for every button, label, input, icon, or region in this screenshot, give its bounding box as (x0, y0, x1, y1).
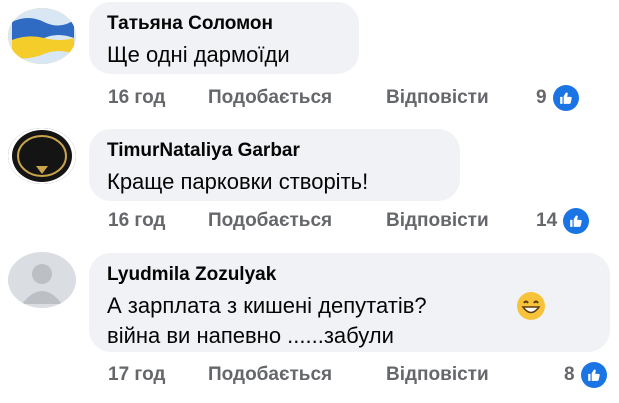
reactions[interactable]: 9 (536, 85, 579, 111)
reaction-count: 14 (536, 210, 558, 231)
thumbs-up-icon (563, 208, 590, 234)
default-user-avatar-icon (8, 252, 76, 308)
author-name[interactable]: Lyudmila Zozulyak (107, 263, 592, 287)
timestamp[interactable]: 16 год (108, 85, 166, 111)
author-name[interactable]: TimurNataliya Garbar (107, 139, 442, 163)
comment-text-content: А зарплата з кишені депутатів? війна ви … (107, 293, 427, 348)
comment-bubble: Lyudmila Zozulyak А зарплата з кишені де… (89, 253, 610, 352)
reply-button[interactable]: Відповісти (386, 362, 489, 388)
thumbs-up-icon (552, 85, 579, 111)
thumbs-up-icon (580, 362, 607, 388)
like-button[interactable]: Подобається (208, 362, 332, 388)
like-button[interactable]: Подобається (208, 208, 332, 234)
tn-logo-avatar-icon (8, 128, 76, 184)
author-name[interactable]: Татьяна Соломон (107, 12, 341, 36)
reactions[interactable]: 8 (564, 362, 607, 388)
avatar[interactable] (8, 8, 76, 64)
grinning-face-emoji-icon (516, 291, 546, 326)
reaction-count: 8 (564, 364, 575, 385)
reply-button[interactable]: Відповісти (386, 208, 489, 234)
like-button[interactable]: Подобається (208, 85, 332, 111)
comment-bubble: TimurNataliya Garbar Краще парковки ство… (89, 129, 460, 201)
reactions[interactable]: 14 (536, 208, 590, 234)
avatar[interactable] (8, 128, 76, 184)
comment-bubble: Татьяна Соломон Ще одні дармоїди (89, 2, 359, 74)
comment-text: Краще парковки створіть! (107, 169, 369, 194)
timestamp[interactable]: 17 год (108, 362, 166, 388)
reply-button[interactable]: Відповісти (386, 85, 489, 111)
comment-text: Ще одні дармоїди (107, 42, 290, 67)
reaction-count: 9 (536, 87, 547, 108)
ukraine-flag-avatar-icon (8, 8, 76, 64)
avatar[interactable] (8, 252, 76, 308)
timestamp[interactable]: 16 год (108, 208, 166, 234)
